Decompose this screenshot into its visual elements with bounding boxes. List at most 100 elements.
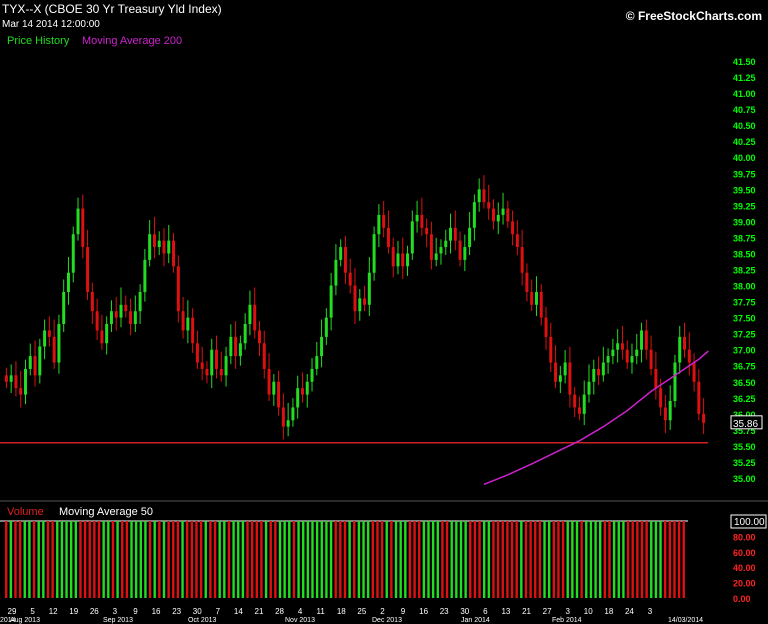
x-axis-month-label: Dec 2013: [372, 617, 402, 624]
price-axis-tick-label: 38.75: [733, 233, 756, 243]
candle-body: [305, 381, 309, 395]
volume-bar: [459, 521, 463, 598]
candle-body: [687, 349, 691, 363]
price-axis-tick-label: 41.00: [733, 89, 756, 99]
volume-bar: [566, 521, 569, 598]
price-axis-tick-label: 38.25: [733, 266, 756, 276]
price-axis-tick-label: 38.50: [733, 249, 756, 259]
volume-bar: [682, 521, 685, 598]
candle-body: [176, 266, 180, 312]
x-axis-day-label: 9: [133, 607, 138, 616]
x-axis-day-label: 21: [255, 607, 264, 616]
volume-bar: [32, 521, 36, 598]
volume-bar: [464, 521, 467, 598]
candle-body: [143, 259, 147, 292]
candle-body: [234, 336, 238, 357]
candle-body: [224, 356, 228, 376]
volume-bar: [269, 521, 272, 598]
volume-bar: [56, 521, 59, 598]
volume-bar: [441, 521, 444, 598]
candle-body: [262, 343, 266, 369]
candle-body: [463, 247, 467, 260]
candle-body: [62, 291, 66, 325]
x-axis-day-label: 23: [440, 607, 449, 616]
volume-bar: [366, 521, 370, 598]
volume-bar: [158, 521, 161, 598]
price-axis-tick-label: 39.25: [733, 201, 756, 211]
volume-bar: [399, 521, 402, 598]
candle-body: [668, 401, 672, 421]
volume-bar: [213, 521, 217, 598]
volume-bar: [167, 521, 170, 598]
candle-body: [138, 291, 142, 312]
candle-body: [9, 375, 13, 382]
volume-bar: [292, 521, 296, 598]
volume-last-label: 100.00: [734, 517, 765, 528]
candle-body: [573, 394, 577, 408]
price-axis-tick-label: 37.75: [733, 298, 756, 308]
volume-bar: [204, 521, 207, 598]
candle-body: [267, 368, 271, 395]
candle-body: [549, 336, 553, 363]
candle-body: [129, 311, 133, 325]
volume-bar: [288, 521, 291, 598]
candle-body: [367, 272, 371, 305]
candle-body: [124, 304, 128, 312]
candle-body: [310, 368, 314, 382]
volume-bar: [422, 521, 426, 598]
candle-body: [219, 368, 223, 376]
volume-bar: [571, 521, 574, 598]
candle-body: [649, 349, 653, 369]
x-axis-day-label: 7: [216, 607, 221, 616]
volume-bar: [190, 521, 194, 598]
volume-bar: [636, 521, 639, 598]
volume-bar: [88, 521, 91, 598]
volume-bar: [585, 521, 588, 598]
volume-bar: [353, 521, 356, 598]
volume-bar: [315, 521, 319, 598]
candle-body: [582, 394, 586, 414]
volume-bar: [172, 521, 175, 598]
candle-body: [472, 202, 476, 228]
candle-body: [105, 324, 109, 344]
candle-body: [296, 388, 300, 408]
candle-body: [597, 368, 601, 376]
volume-bar: [325, 521, 328, 598]
x-axis-day-label: 5: [30, 607, 35, 616]
candle-body: [257, 330, 261, 344]
candle-body: [4, 375, 8, 382]
candle-body: [616, 343, 620, 350]
volume-bar: [431, 521, 435, 598]
candle-body: [52, 336, 56, 363]
candle-body: [76, 208, 80, 235]
volume-bar: [663, 521, 667, 598]
volume-bar: [246, 521, 249, 598]
volume-bar: [520, 521, 523, 598]
price-axis-tick-label: 35.00: [733, 474, 756, 484]
candle-body: [372, 234, 376, 273]
price-axis-tick-label: 36.75: [733, 362, 756, 372]
volume-bar: [561, 521, 565, 598]
volume-bar: [673, 521, 676, 598]
volume-bar: [18, 521, 22, 598]
price-axis-tick-label: 38.00: [733, 282, 756, 292]
x-axis-day-label: 24: [625, 607, 634, 616]
volume-bar: [111, 521, 115, 598]
volume-bar: [93, 521, 96, 598]
price-axis-tick-label: 40.00: [733, 153, 756, 163]
volume-axis-tick-label: 20.00: [733, 579, 756, 589]
candle-body: [444, 240, 448, 248]
candle-body: [429, 234, 433, 260]
volume-bar: [255, 521, 259, 598]
candle-body: [692, 362, 696, 382]
volume-bar: [274, 521, 277, 598]
x-axis-day-label: 10: [584, 607, 593, 616]
volume-bar: [74, 521, 78, 598]
volume-bar: [260, 521, 263, 598]
volume-bar: [506, 521, 509, 598]
candle-body: [343, 247, 347, 273]
volume-bar: [524, 521, 528, 598]
candle-body: [205, 368, 209, 376]
candle-body: [238, 343, 242, 357]
volume-bar: [455, 521, 458, 598]
